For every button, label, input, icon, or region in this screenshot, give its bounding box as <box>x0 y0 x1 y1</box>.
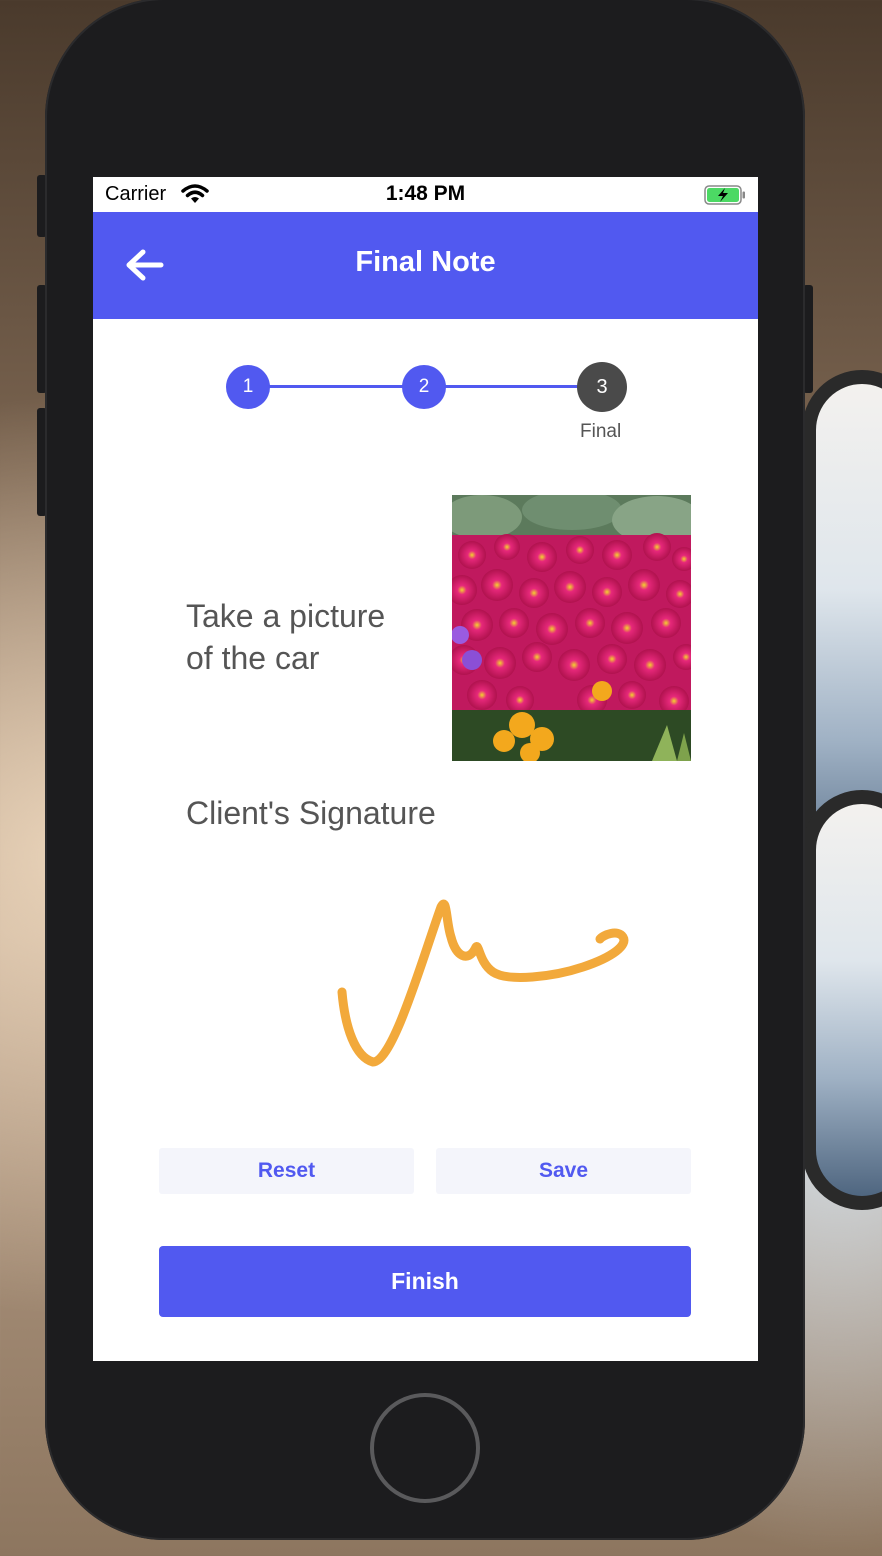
navigation-bar: Final Note <box>93 212 758 319</box>
photo-prompt: Take a picture of the car <box>186 595 426 679</box>
signature-pad[interactable] <box>293 867 693 1107</box>
step-3-active: 3 <box>577 362 627 412</box>
car-photo[interactable] <box>452 495 691 761</box>
signature-stroke <box>337 899 629 1067</box>
status-time: 1:48 PM <box>385 182 466 205</box>
home-button[interactable] <box>370 1393 480 1503</box>
status-bar: Carrier 1:48 PM <box>93 177 758 212</box>
battery-charging-icon <box>704 185 745 205</box>
step-1: 1 <box>226 365 270 409</box>
page-title: Final Note <box>355 246 496 278</box>
progress-stepper: 1 2 3 Final <box>93 319 758 459</box>
step-3-label: Final <box>580 421 622 442</box>
reset-button[interactable]: Reset <box>159 1148 414 1194</box>
app-screen: Carrier 1:48 PM Final Note 1 2 3 Final T… <box>93 177 758 1361</box>
background-window-lower <box>802 790 882 1210</box>
step-2: 2 <box>402 365 446 409</box>
photo-prompt-line-1: Take a picture <box>186 598 386 634</box>
finish-button[interactable]: Finish <box>159 1246 691 1317</box>
photo-prompt-line-2: of the car <box>186 640 320 676</box>
save-button[interactable]: Save <box>436 1148 691 1194</box>
step-connector-2-3 <box>424 385 600 388</box>
step-connector-1-2 <box>248 385 424 388</box>
signature-label: Client's Signature <box>186 795 436 831</box>
